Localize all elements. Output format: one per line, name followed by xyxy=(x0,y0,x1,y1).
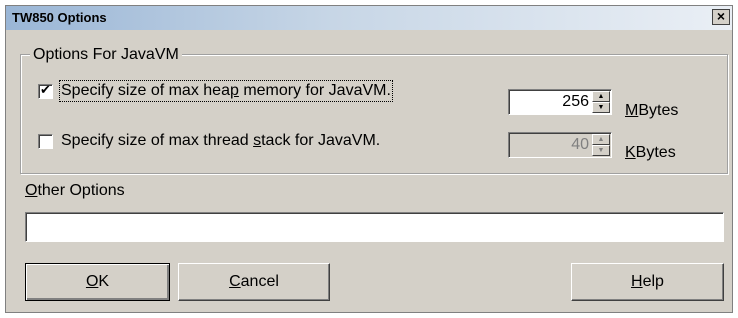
window-title: TW850 Options xyxy=(12,10,107,25)
ok-button-label: OK xyxy=(85,273,110,290)
heap-size-spinner[interactable]: 256 ▲ ▼ xyxy=(508,89,612,115)
cancel-button[interactable]: Cancel xyxy=(178,263,330,301)
heap-spin-up-button[interactable]: ▲ xyxy=(592,91,610,102)
close-button[interactable]: × xyxy=(712,9,730,25)
cancel-button-label: Cancel xyxy=(229,273,279,290)
thread-stack-spinner[interactable]: 40 ▲ ▼ xyxy=(508,132,612,158)
thread-stack-value[interactable]: 40 xyxy=(571,136,589,154)
arrow-down-icon: ▼ xyxy=(597,104,605,111)
help-button-label: Help xyxy=(631,273,664,290)
javavm-options-group xyxy=(20,54,728,174)
heap-size-checkbox-row[interactable]: ✔ Specify size of max heap memory for Ja… xyxy=(38,80,393,102)
heap-spin-down-button[interactable]: ▼ xyxy=(592,102,610,113)
other-options-label: Other Options xyxy=(25,182,125,199)
thread-stack-label: Specify size of max thread stack for Jav… xyxy=(61,132,381,149)
options-dialog: TW850 Options × Options For JavaVM ✔ Spe… xyxy=(5,5,733,313)
arrow-up-icon: ▲ xyxy=(597,136,605,143)
heap-size-checkbox[interactable]: ✔ xyxy=(38,81,53,99)
checkmark-icon: ✔ xyxy=(40,81,51,97)
title-bar[interactable]: TW850 Options × xyxy=(6,6,732,30)
thread-stack-checkbox[interactable] xyxy=(38,133,53,149)
heap-size-label: Specify size of max heap memory for Java… xyxy=(59,80,393,102)
thread-stack-checkbox-row[interactable]: Specify size of max thread stack for Jav… xyxy=(38,132,380,150)
arrow-down-icon: ▼ xyxy=(597,147,605,154)
arrow-up-icon: ▲ xyxy=(597,93,605,100)
thread-spin-down-button[interactable]: ▼ xyxy=(592,145,610,156)
heap-unit-label: MBytes xyxy=(625,102,679,119)
thread-unit-label: KBytes xyxy=(625,144,676,161)
close-icon: × xyxy=(716,8,726,24)
ok-button[interactable]: OK xyxy=(25,263,170,301)
javavm-group-legend: Options For JavaVM xyxy=(30,46,182,64)
thread-spin-up-button[interactable]: ▲ xyxy=(592,134,610,145)
help-button[interactable]: Help xyxy=(571,263,724,301)
heap-size-value[interactable]: 256 xyxy=(562,93,589,111)
other-options-input[interactable] xyxy=(25,212,724,242)
